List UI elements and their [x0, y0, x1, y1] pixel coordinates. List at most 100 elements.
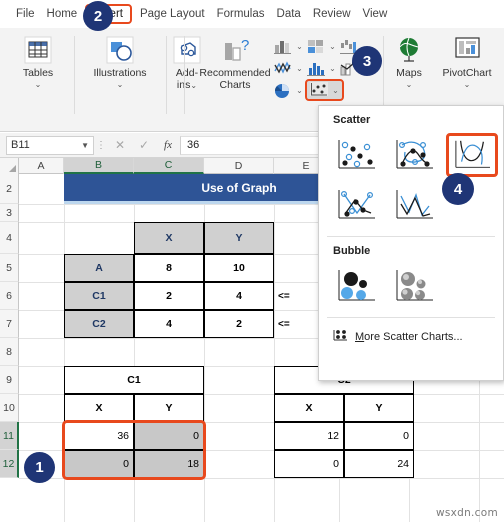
table-c1-cell-r2-y[interactable]: 18 [134, 450, 204, 478]
column-chart-caret-icon[interactable]: ⌄ [294, 42, 305, 51]
line-chart-caret-icon[interactable]: ⌄ [294, 64, 305, 73]
dropdown-divider-2 [327, 317, 495, 318]
table-c2-cell-r2-x[interactable]: 0 [274, 450, 344, 478]
select-all-corner[interactable] [0, 158, 19, 174]
tab-home[interactable]: Home [41, 5, 84, 23]
table-c1-cell-r1-x[interactable]: 36 [64, 422, 134, 450]
column-header-b[interactable]: B [64, 158, 134, 174]
more-scatter-charts-label: More Scatter Charts... [355, 331, 463, 343]
confirm-entry-icon[interactable]: ✓ [132, 138, 156, 152]
table-icon [21, 34, 55, 66]
table-main-row-label-c2: C2 [64, 310, 134, 338]
name-box-caret-icon[interactable]: ▼ [81, 141, 89, 150]
more-scatter-charts-item[interactable]: More Scatter Charts... [319, 324, 503, 345]
table-c2-header-y: Y [344, 394, 414, 422]
row-header-8[interactable]: 8 [0, 338, 19, 366]
row-header-10[interactable]: 10 [0, 394, 19, 422]
table-main-cell-a-x[interactable]: 8 [134, 254, 204, 282]
name-box-value: B11 [11, 139, 30, 151]
tab-data[interactable]: Data [271, 5, 307, 23]
scatter-row-1 [319, 130, 503, 180]
pie-chart-icon[interactable] [272, 81, 294, 100]
maps-caret-icon[interactable]: ⌄ [384, 80, 434, 90]
pivotchart-icon [450, 34, 484, 66]
scatter-smooth-lines-option[interactable] [446, 133, 498, 177]
tab-page-layout[interactable]: Page Layout [134, 5, 211, 23]
maps-label: Maps [396, 67, 422, 79]
table-c2-cell-r2-y[interactable]: 24 [344, 450, 414, 478]
tab-review[interactable]: Review [307, 5, 357, 23]
table-c1-cell-r1-y[interactable]: 0 [134, 422, 204, 450]
table-c2-cell-r1-y[interactable]: 0 [344, 422, 414, 450]
recommended-charts-button[interactable]: ? Recommended Charts [187, 28, 283, 91]
column-header-d[interactable]: D [204, 158, 274, 174]
scatter-smooth-lines-markers-option[interactable] [388, 133, 440, 177]
row-header-2[interactable]: 2 [0, 174, 19, 204]
maps-button[interactable]: Maps ⌄ [384, 28, 434, 90]
statistic-chart-icon[interactable] [305, 59, 327, 78]
insert-function-icon[interactable]: fx [156, 139, 180, 151]
chart-row-3: ⌄ ⌄ [272, 79, 371, 101]
pivotchart-caret-icon[interactable]: ⌄ [434, 80, 500, 90]
row-header-5[interactable]: 5 [0, 254, 19, 282]
cancel-entry-icon[interactable]: ✕ [108, 138, 132, 152]
table-main-row-label-c1: C1 [64, 282, 134, 310]
row-header-6[interactable]: 6 [0, 282, 19, 310]
recommended-charts-icon: ? [218, 34, 252, 66]
table-main-cell-c2-x[interactable]: 4 [134, 310, 204, 338]
table-main-row-label-a: A [64, 254, 134, 282]
dropdown-divider [327, 236, 495, 237]
tab-view[interactable]: View [357, 5, 394, 23]
column-header-c[interactable]: C [134, 158, 204, 174]
table-main-cell-c1-y[interactable]: 4 [204, 282, 274, 310]
scatter-chart-caret-icon[interactable]: ⌄ [330, 86, 341, 95]
statistic-chart-caret-icon[interactable]: ⌄ [327, 64, 338, 73]
hierarchy-chart-caret-icon[interactable]: ⌄ [327, 42, 338, 51]
bubble-option[interactable] [330, 264, 382, 308]
table-c2-cell-r1-x[interactable]: 12 [274, 422, 344, 450]
pie-chart-caret-icon[interactable]: ⌄ [294, 86, 305, 95]
hierarchy-chart-icon[interactable] [305, 37, 327, 56]
tab-file[interactable]: File [10, 5, 41, 23]
table-c1-cell-r2-x[interactable]: 0 [64, 450, 134, 478]
line-chart-icon[interactable] [272, 59, 294, 78]
watermark: wsxdn.com [435, 507, 498, 519]
scatter-chart-button[interactable]: ⌄ [305, 79, 344, 101]
row-header-12[interactable]: 12 [0, 450, 19, 478]
table-main-header-x: X [134, 222, 204, 254]
globe-icon [392, 34, 426, 66]
ribbon-tabbar: File Home Insert Page Layout Formulas Da… [0, 0, 504, 28]
row-header-7[interactable]: 7 [0, 310, 19, 338]
column-chart-icon[interactable] [272, 37, 294, 56]
row-header-11[interactable]: 11 [0, 422, 19, 450]
tables-button[interactable]: Tables ⌄ [6, 28, 70, 90]
table-main-cell-c2-y[interactable]: 2 [204, 310, 274, 338]
bubble-3d-option[interactable] [388, 264, 440, 308]
recommended-charts-label2: Charts [219, 78, 251, 91]
scatter-chart-dropdown: Scatter Bubble More Scatter Charts... [318, 105, 504, 381]
scatter-chart-icon[interactable] [308, 81, 330, 100]
scatter-markers-only-option[interactable] [330, 133, 382, 177]
table-main-cell-a-y[interactable]: 10 [204, 254, 274, 282]
table-main-header-y: Y [204, 222, 274, 254]
scatter-straight-lines-markers-option[interactable] [330, 183, 382, 227]
more-charts-accesskey: M [355, 331, 365, 343]
table-main-marker-c2: <= [278, 318, 290, 330]
recommended-charts-label: Recommended [199, 67, 271, 79]
pivotchart-label: PivotChart [442, 67, 492, 79]
tab-formulas[interactable]: Formulas [211, 5, 271, 23]
scatter-section-title: Scatter [333, 114, 371, 126]
tables-label: Tables [22, 67, 54, 79]
row-header-4[interactable]: 4 [0, 222, 19, 254]
table-main-cell-c1-x[interactable]: 2 [134, 282, 204, 310]
name-box[interactable]: B11 ▼ [6, 135, 94, 155]
scatter-straight-lines-option[interactable] [388, 183, 440, 227]
tables-caret-icon[interactable]: ⌄ [6, 80, 70, 90]
step-badge-4: 4 [442, 173, 474, 205]
scatter-row-2 [319, 180, 503, 230]
column-header-a[interactable]: A [19, 158, 64, 174]
row-header-9[interactable]: 9 [0, 366, 19, 394]
row-header-3[interactable]: 3 [0, 204, 19, 222]
pivotchart-button[interactable]: PivotChart ⌄ [434, 28, 500, 90]
svg-text:?: ? [241, 37, 249, 54]
